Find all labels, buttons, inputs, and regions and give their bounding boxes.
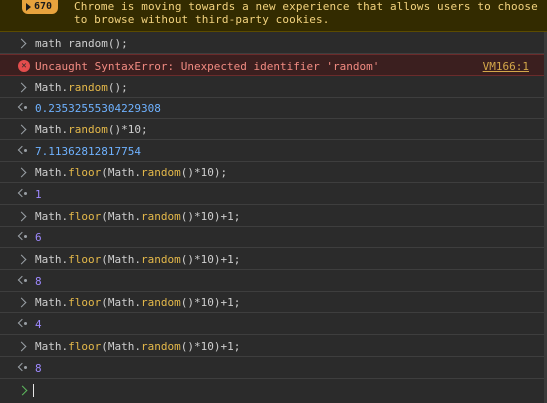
chevron-right-icon	[16, 295, 30, 309]
console-input-row[interactable]: Math.floor(Math.random()*10);	[0, 161, 547, 183]
return-arrow-icon	[17, 361, 30, 375]
console-input-row[interactable]: Math.floor(Math.random()*10)+1;	[0, 291, 547, 313]
return-arrow-icon	[17, 230, 30, 244]
console-result-value: 6	[35, 231, 42, 244]
chevron-right-icon	[16, 209, 30, 223]
console-input-row[interactable]: math random();	[0, 32, 547, 54]
console-input-row[interactable]: Math.random()*10;	[0, 118, 547, 140]
console-prompt[interactable]	[0, 380, 547, 403]
cookies-warning-banner[interactable]: 670 Chrome is moving towards a new exper…	[0, 0, 547, 32]
function-token: floor	[68, 210, 102, 223]
code-token: Math.	[35, 210, 69, 223]
code-token: ()*10)+1;	[180, 296, 241, 309]
console-output-row[interactable]: 7.11362812817754	[0, 140, 547, 162]
code-token: Math.	[35, 166, 69, 179]
console-input-code: Math.random()*10;	[35, 123, 148, 136]
console-output-row[interactable]: 6	[0, 226, 547, 248]
function-token: random	[68, 81, 108, 94]
error-x-icon: ✕	[18, 60, 30, 72]
return-arrow-icon	[17, 317, 30, 331]
console-output-row[interactable]: 8	[0, 270, 547, 292]
expand-triangle-icon	[26, 3, 31, 11]
console-input-row[interactable]: Math.floor(Math.random()*10)+1;	[0, 205, 547, 227]
banner-message-line-1: Chrome is moving towards a new experienc…	[74, 0, 538, 13]
code-token: Math.	[35, 123, 69, 136]
function-token: random	[68, 123, 108, 136]
banner-message-line-2: to browse without third-party cookies.	[74, 13, 330, 26]
chevron-right-icon	[16, 80, 30, 94]
code-token: ()*10);	[180, 166, 228, 179]
code-token: ();	[107, 81, 128, 94]
console-result-value: 8	[35, 275, 42, 288]
console-input-row[interactable]: Math.floor(Math.random()*10)+1;	[0, 335, 547, 357]
chevron-right-icon	[16, 339, 30, 353]
banner-message: Chrome is moving towards a new experienc…	[74, 0, 544, 26]
function-token: random	[141, 340, 181, 353]
console-result-value: 4	[35, 318, 42, 331]
chevron-right-icon	[16, 36, 30, 50]
return-arrow-icon	[17, 101, 30, 115]
function-token: floor	[68, 166, 102, 179]
console-error-row[interactable]: ✕ Uncaught SyntaxError: Unexpected identi…	[0, 54, 547, 76]
console-input-code: Math.floor(Math.random()*10)+1;	[35, 340, 240, 353]
code-token: Math.	[35, 340, 69, 353]
chevron-right-icon	[16, 252, 30, 266]
function-token: floor	[68, 340, 102, 353]
code-token: (Math.	[101, 340, 141, 353]
console-result-value: 7.11362812817754	[35, 145, 141, 158]
code-token: (Math.	[101, 296, 141, 309]
warning-count: 670	[34, 1, 53, 12]
code-token: ()*10)+1;	[180, 253, 241, 266]
warning-count-badge[interactable]: 670	[22, 0, 59, 14]
code-token: Math.	[35, 296, 69, 309]
code-token: (Math.	[101, 253, 141, 266]
error-message: Uncaught SyntaxError: Unexpected identif…	[35, 60, 380, 73]
console-result-value: 1	[35, 188, 42, 201]
code-token: (Math.	[101, 166, 141, 179]
return-arrow-icon	[17, 274, 30, 288]
console-input-code: Math.floor(Math.random()*10)+1;	[35, 296, 240, 309]
return-arrow-icon	[17, 144, 30, 158]
function-token: floor	[68, 253, 102, 266]
console-input-code: Math.floor(Math.random()*10);	[35, 166, 227, 179]
prompt-chevron-icon	[17, 385, 28, 396]
code-token: Math.	[35, 81, 69, 94]
console-result-value: 8	[35, 362, 42, 375]
text-caret	[33, 384, 34, 397]
code-token: math random();	[35, 37, 128, 50]
console-output-row[interactable]: 1	[0, 183, 547, 205]
console-input-row[interactable]: Math.random();	[0, 76, 547, 98]
function-token: random	[141, 210, 181, 223]
code-token: ()*10;	[107, 123, 148, 136]
code-token: ()*10)+1;	[180, 340, 241, 353]
function-token: random	[141, 166, 181, 179]
chevron-right-icon	[16, 122, 30, 136]
console-result-value: 0.23532555304229308	[35, 102, 161, 115]
console-input-code: Math.floor(Math.random()*10)+1;	[35, 253, 240, 266]
console-input-row[interactable]: Math.floor(Math.random()*10)+1;	[0, 248, 547, 270]
console-output-row[interactable]: 8	[0, 357, 547, 379]
function-token: random	[141, 296, 181, 309]
code-token: Math.	[35, 253, 69, 266]
code-token: (Math.	[101, 210, 141, 223]
return-arrow-icon	[17, 187, 30, 201]
console-input-code: math random();	[35, 37, 128, 50]
devtools-console: 670 Chrome is moving towards a new exper…	[0, 0, 547, 403]
console-output-row[interactable]: 4	[0, 313, 547, 335]
function-token: floor	[68, 296, 102, 309]
console-output-row[interactable]: 0.23532555304229308	[0, 97, 547, 119]
console-input-code: Math.floor(Math.random()*10)+1;	[35, 210, 240, 223]
console-input-code: Math.random();	[35, 81, 128, 94]
error-source-link[interactable]: VM166:1	[483, 60, 529, 73]
chevron-right-icon	[16, 165, 30, 179]
function-token: random	[141, 253, 181, 266]
code-token: ()*10)+1;	[180, 210, 241, 223]
